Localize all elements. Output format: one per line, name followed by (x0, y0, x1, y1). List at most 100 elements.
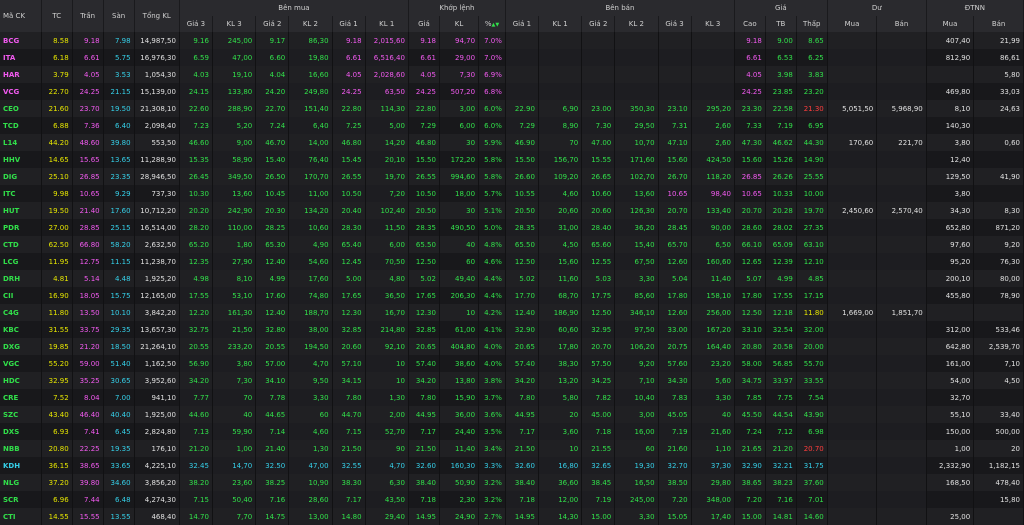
table-row[interactable]: NLG 37.20 39.80 34.60 3,856,20 38.20 23,60 38.2… (0, 474, 1024, 491)
table-row[interactable]: DXG 19.85 21.20 18.50 21,264,10 20.55 233,20 20… (0, 338, 1024, 355)
table-row[interactable]: CTI 14.55 15.55 13.55 468,40 14.70 7,70 14.75 13… (0, 508, 1024, 525)
symbol-cell[interactable]: DXS (0, 423, 42, 440)
table-row[interactable]: HDC 32.95 35.25 30.65 3,952,60 34.20 7,30 34.10… (0, 372, 1024, 389)
price-stat-cell: 4.85 (796, 270, 828, 287)
col-buy-gia1[interactable]: Giá 1 (332, 16, 366, 32)
col-thap[interactable]: Thấp (796, 16, 828, 32)
symbol-cell[interactable]: LCG (0, 253, 42, 270)
symbol-cell[interactable]: CII (0, 287, 42, 304)
col-buy-gia3[interactable]: Giá 3 (179, 16, 213, 32)
table-row[interactable]: BCG 8.58 9.18 7.98 14,987,50 9.16 245,00 9.17 86… (0, 32, 1024, 49)
table-row[interactable]: CEO 21.60 23.70 19.50 21,308,10 22.60 288,90 22… (0, 100, 1024, 117)
col-sell-gia1[interactable]: Giá 1 (505, 16, 539, 32)
symbol-cell[interactable]: ITC (0, 185, 42, 202)
symbol-cell[interactable]: KBC (0, 321, 42, 338)
table-row[interactable]: HHV 14.65 15.65 13.65 11,288,90 15.35 58,90 15.… (0, 151, 1024, 168)
symbol-cell[interactable]: HHV (0, 151, 42, 168)
col-tong-kl[interactable]: Tổng KL (134, 0, 180, 32)
table-row[interactable]: DIG 25.10 26.85 23.35 28,946,50 26.45 349,50 26… (0, 168, 1024, 185)
sell-side-cell: 11,60 (538, 270, 583, 287)
table-row[interactable]: DRH 4.81 5.14 4.48 1,925,20 4.98 8,10 4.99 17,60… (0, 270, 1024, 287)
total-volume-cell: 1,925,20 (134, 270, 180, 287)
symbol-cell[interactable]: KDH (0, 457, 42, 474)
table-row[interactable]: CTD 62.50 66.80 58.20 2,632,50 65.20 1,80 65.30… (0, 236, 1024, 253)
table-row[interactable]: PDR 27.00 28.85 25.15 16,514,00 28.20 110,00 28… (0, 219, 1024, 236)
symbol-cell[interactable]: BCG (0, 32, 42, 49)
col-tb[interactable]: TB (765, 16, 797, 32)
match-cell: 4.0% (478, 355, 506, 372)
symbol-cell[interactable]: CTD (0, 236, 42, 253)
col-cao[interactable]: Cao (734, 16, 766, 32)
col-sell-kl1[interactable]: KL 1 (538, 16, 583, 32)
table-row[interactable]: SCR 6.96 7.44 6.48 4,274,30 7.15 50,40 7.16 28,6… (0, 491, 1024, 508)
table-row[interactable]: HUT 19.50 21.40 17.60 10,712,20 20.20 242,90 20… (0, 202, 1024, 219)
col-ma-ck[interactable]: Mã CK (0, 0, 42, 32)
price-stat-cell: 10.00 (796, 185, 828, 202)
col-du-mua[interactable]: Mua (827, 16, 878, 32)
col-match-pct[interactable]: %▲▼ (478, 16, 506, 32)
foreign-cell (926, 491, 975, 508)
symbol-cell[interactable]: VCG (0, 83, 42, 100)
symbol-cell[interactable]: PDR (0, 219, 42, 236)
table-row[interactable]: VCG 22.70 24.25 21.15 15,139,00 24.15 133,80 24… (0, 83, 1024, 100)
col-sell-kl3[interactable]: KL 3 (691, 16, 735, 32)
floor-price-cell: 13.65 (103, 151, 135, 168)
col-sell-gia2[interactable]: Giá 2 (581, 16, 616, 32)
table-row[interactable]: ITC 9.98 10.65 9.29 737,30 10.30 13,60 10.45 11,… (0, 185, 1024, 202)
table-row[interactable]: TCD 6.88 7.36 6.40 2,098,40 7.23 5,20 7.24 6,40 7… (0, 117, 1024, 134)
table-row[interactable]: KBC 31.55 33.75 29.35 13,657,30 32.75 21,50 32.… (0, 321, 1024, 338)
col-tc[interactable]: TC (41, 0, 73, 32)
buy-side-cell: 20.40 (332, 202, 366, 219)
symbol-cell[interactable]: HDC (0, 372, 42, 389)
price-stat-cell: 21.20 (765, 440, 797, 457)
col-sell-gia3[interactable]: Giá 3 (658, 16, 692, 32)
table-row[interactable]: LCG 11.95 12.75 11.15 11,238,70 12.35 27,90 12.… (0, 253, 1024, 270)
symbol-cell[interactable]: TCD (0, 117, 42, 134)
symbol-cell[interactable]: HUT (0, 202, 42, 219)
col-match-gia[interactable]: Giá (408, 16, 440, 32)
symbol-cell[interactable]: NLG (0, 474, 42, 491)
floor-price-cell: 34.60 (103, 474, 135, 491)
table-row[interactable]: CII 16.90 18.05 15.75 12,165,00 17.55 53,10 17.… (0, 287, 1024, 304)
col-dtnn-mua[interactable]: Mua (926, 16, 975, 32)
table-row[interactable]: L14 44.20 48.60 39.80 553,50 46.60 9,00 46.70 14… (0, 134, 1024, 151)
col-match-kl[interactable]: KL (439, 16, 480, 32)
symbol-cell[interactable]: DIG (0, 168, 42, 185)
table-row[interactable]: DXS 6.93 7.41 6.45 2,824,80 7.13 59,90 7.14 4,60… (0, 423, 1024, 440)
symbol-cell[interactable]: SZC (0, 406, 42, 423)
floor-price-cell: 10.10 (103, 304, 135, 321)
table-row[interactable]: CRE 7.52 8.04 7.00 941,10 7.77 70 7.78 3,30 7.80 1… (0, 389, 1024, 406)
group-ben-mua: Bên mua (179, 0, 409, 16)
symbol-cell[interactable]: L14 (0, 134, 42, 151)
col-san[interactable]: Sàn (103, 0, 135, 32)
table-row[interactable]: NBB 20.80 22.25 19.35 176,10 21.20 1,00 21.40 1,… (0, 440, 1024, 457)
floor-price-cell: 18.50 (103, 338, 135, 355)
symbol-cell[interactable]: NBB (0, 440, 42, 457)
col-buy-kl3[interactable]: KL 3 (212, 16, 257, 32)
col-du-ban[interactable]: Bán (876, 16, 927, 32)
symbol-cell[interactable]: DRH (0, 270, 42, 287)
table-row[interactable]: ITA 6.18 6.61 5.75 16,976,30 6.59 47,00 6.60 19,… (0, 49, 1024, 66)
price-stat-cell: 15.00 (734, 508, 766, 525)
table-row[interactable]: VGC 55.20 59.00 51.40 1,162,50 56.90 3,80 57.00… (0, 355, 1024, 372)
symbol-cell[interactable]: CRE (0, 389, 42, 406)
total-volume-cell: 3,952,60 (134, 372, 180, 389)
col-tran[interactable]: Trần (72, 0, 104, 32)
table-row[interactable]: KDH 36.15 38.65 33.65 4,225,10 32.45 14,70 32.5… (0, 457, 1024, 474)
symbol-cell[interactable]: VGC (0, 355, 42, 372)
symbol-cell[interactable]: ITA (0, 49, 42, 66)
symbol-cell[interactable]: DXG (0, 338, 42, 355)
symbol-cell[interactable]: C4G (0, 304, 42, 321)
table-row[interactable]: SZC 43.40 46.40 40.40 1,925,00 44.60 40 44.65 60… (0, 406, 1024, 423)
col-dtnn-ban[interactable]: Bán (973, 16, 1024, 32)
symbol-cell[interactable]: CEO (0, 100, 42, 117)
table-row[interactable]: C4G 11.80 13.50 10.10 3,842,20 12.20 161,30 12.… (0, 304, 1024, 321)
col-sell-kl2[interactable]: KL 2 (614, 16, 659, 32)
symbol-cell[interactable]: CTI (0, 508, 42, 525)
symbol-cell[interactable]: SCR (0, 491, 42, 508)
col-buy-kl1[interactable]: KL 1 (365, 16, 409, 32)
col-buy-kl2[interactable]: KL 2 (288, 16, 333, 32)
table-row[interactable]: HAR 3.79 4.05 3.53 1,054,30 4.03 19,10 4.04 16,6… (0, 66, 1024, 83)
col-buy-gia2[interactable]: Giá 2 (255, 16, 290, 32)
symbol-cell[interactable]: HAR (0, 66, 42, 83)
